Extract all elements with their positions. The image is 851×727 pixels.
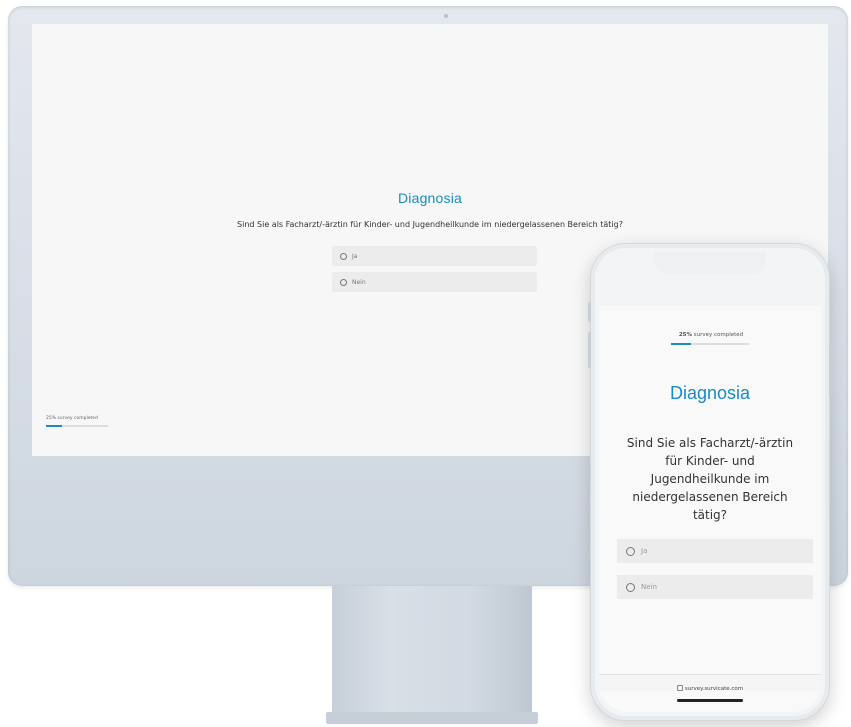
- radio-empty-icon[interactable]: [340, 252, 347, 260]
- mobile-brand-title: Diagnosia: [669, 383, 751, 403]
- mobile-progress-track: [671, 343, 749, 345]
- phone-volume-button: [588, 332, 591, 368]
- desktop-progress-indicator: 25% survey completed: [46, 416, 108, 427]
- mobile-progress-percent: 25%: [678, 332, 692, 338]
- camera-icon: [444, 14, 448, 18]
- desktop-option-nein[interactable]: Nein: [332, 272, 537, 292]
- mobile-option-label: Nein: [641, 583, 657, 591]
- desktop-progress-track: [46, 425, 108, 427]
- mobile-progress-indicator: 25% survey completed: [671, 332, 751, 345]
- monitor-stand-base: [326, 712, 538, 724]
- desktop-question-text: Sind Sie als Facharzt/-ärztin für Kinder…: [237, 220, 623, 229]
- desktop-brand-title: Diagnosia: [397, 190, 463, 206]
- monitor-stand: [332, 586, 532, 718]
- mobile-survey-screen: 25% survey completed Diagnosia Sind Sie …: [599, 252, 821, 712]
- mobile-progress-fill: [671, 343, 691, 345]
- mobile-option-ja[interactable]: Ja: [617, 539, 813, 563]
- phone-notch: [654, 252, 766, 274]
- desktop-progress-fill: [46, 425, 62, 427]
- home-indicator[interactable]: [677, 699, 743, 702]
- radio-empty-icon[interactable]: [626, 546, 635, 556]
- desktop-option-label: Nein: [352, 278, 366, 286]
- mobile-option-nein[interactable]: Nein: [617, 575, 813, 599]
- radio-empty-icon[interactable]: [340, 278, 347, 286]
- mobile-progress-suffix: survey completed: [691, 332, 744, 338]
- mobile-question-text: Sind Sie als Facharzt/-ärztin für Kinder…: [626, 436, 794, 522]
- phone-mute-switch: [588, 302, 591, 322]
- phone-power-button: [829, 344, 832, 396]
- desktop-progress-text: 25% survey completed: [46, 416, 98, 421]
- browser-url-text: survey.survicate.com: [684, 686, 744, 692]
- mobile-phone: 25% survey completed Diagnosia Sind Sie …: [588, 243, 832, 721]
- desktop-option-label: Ja: [352, 252, 358, 260]
- desktop-option-ja[interactable]: Ja: [332, 246, 537, 266]
- browser-url-bar[interactable]: survey.survicate.com: [599, 674, 821, 692]
- radio-empty-icon[interactable]: [626, 582, 635, 592]
- mobile-progress-text: 25% survey completed: [671, 332, 751, 338]
- lock-icon: [676, 685, 683, 691]
- mobile-option-label: Ja: [641, 547, 648, 555]
